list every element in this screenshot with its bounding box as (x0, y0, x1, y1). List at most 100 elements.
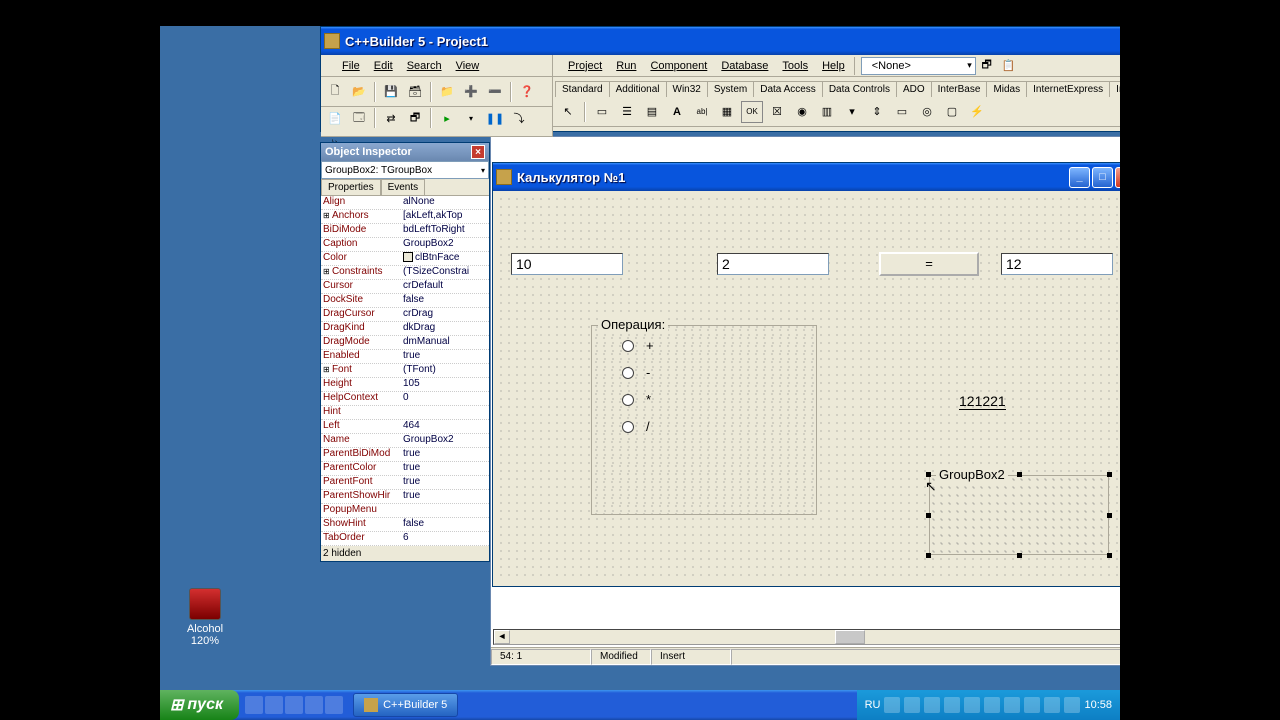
saveall-button[interactable]: 🗃 (404, 81, 426, 103)
tray-icon[interactable] (1064, 697, 1080, 713)
property-row[interactable]: Height105 (321, 378, 489, 392)
lang-indicator[interactable]: RU (865, 699, 881, 711)
tab-win32[interactable]: Win32 (666, 81, 708, 97)
property-row[interactable]: CaptionGroupBox2 (321, 238, 489, 252)
open-project-button[interactable]: 📁 (436, 81, 458, 103)
frames-icon[interactable]: ▭ (591, 101, 613, 123)
library-combo[interactable]: <None> (861, 57, 976, 75)
actionlist-icon[interactable]: ⚡ (966, 101, 988, 123)
form-canvas[interactable]: 10 2 = 12 Операция: + - * / 121221 Group… (497, 195, 1135, 582)
form-titlebar[interactable]: Калькулятор №1 _ □ × (493, 163, 1139, 191)
property-row[interactable]: Font(TFont) (321, 364, 489, 378)
mainmenu-icon[interactable]: ☰ (616, 101, 638, 123)
view-unit-button[interactable]: 📄 (324, 107, 346, 129)
form-minimize-button[interactable]: _ (1069, 167, 1090, 188)
remove-button[interactable]: ➖ (484, 81, 506, 103)
menu-project[interactable]: Project (561, 58, 609, 74)
tray-icon[interactable] (924, 697, 940, 713)
tray-icon[interactable] (1004, 697, 1020, 713)
property-row[interactable]: AlignalNone (321, 196, 489, 210)
property-row[interactable]: ColorclBtnFace (321, 252, 489, 266)
help-button[interactable]: ❓ (516, 81, 538, 103)
equals-button[interactable]: = (879, 252, 979, 276)
property-row[interactable]: ParentBiDiModtrue (321, 448, 489, 462)
tray-icon[interactable] (904, 697, 920, 713)
popupmenu-icon[interactable]: ▤ (641, 101, 663, 123)
scroll-thumb[interactable] (835, 630, 865, 644)
edit-icon[interactable]: ab| (691, 101, 713, 123)
arrow-icon[interactable]: ↖ (557, 101, 579, 123)
memo-icon[interactable]: ▦ (716, 101, 738, 123)
menu-view[interactable]: View (449, 58, 487, 74)
inspector-close-icon[interactable]: × (471, 145, 485, 159)
property-row[interactable]: DragKinddkDrag (321, 322, 489, 336)
tray-icon[interactable] (1024, 697, 1040, 713)
start-button[interactable]: ⊞пуск (160, 690, 239, 720)
tab-standard[interactable]: Standard (555, 81, 610, 97)
property-row[interactable]: NameGroupBox2 (321, 434, 489, 448)
tray-icon[interactable] (884, 697, 900, 713)
tab-dataaccess[interactable]: Data Access (753, 81, 823, 97)
step-over-button[interactable]: ⤵ (508, 107, 530, 129)
lib-btn2[interactable]: 📋 (998, 55, 1020, 77)
tray-icon[interactable] (1044, 697, 1060, 713)
new-button[interactable]: 🗋 (324, 81, 346, 103)
label-icon[interactable]: A (666, 101, 688, 123)
property-row[interactable]: ParentShowHirtrue (321, 490, 489, 504)
tab-interbase[interactable]: InterBase (931, 81, 988, 97)
ql-icon[interactable] (325, 696, 343, 714)
ql-icon[interactable] (265, 696, 283, 714)
horizontal-scrollbar[interactable]: ◄ ► (493, 629, 1207, 645)
desktop[interactable]: ◄ ► 54: 1 Modified Insert C++Builder 5 -… (160, 0, 1120, 720)
property-row[interactable]: Enabledtrue (321, 350, 489, 364)
checkbox-icon[interactable]: ☒ (766, 101, 788, 123)
tab-ado[interactable]: ADO (896, 81, 932, 97)
desktop-icon-alcohol[interactable]: Alcohol 120% (170, 588, 240, 647)
run-button[interactable]: ▸ (436, 107, 458, 129)
property-row[interactable]: HelpContext0 (321, 392, 489, 406)
menu-search[interactable]: Search (400, 58, 449, 74)
run-dropdown[interactable]: ▾ (460, 107, 482, 129)
menu-tools[interactable]: Tools (775, 58, 815, 74)
ql-icon[interactable] (305, 696, 323, 714)
menu-help[interactable]: Help (815, 58, 852, 74)
tray-icon[interactable] (984, 697, 1000, 713)
property-row[interactable]: ShowHintfalse (321, 518, 489, 532)
inspector-titlebar[interactable]: Object Inspector × (321, 143, 489, 161)
ql-icon[interactable] (245, 696, 263, 714)
save-button[interactable]: 💾 (380, 81, 402, 103)
tray-icon[interactable] (964, 697, 980, 713)
property-grid[interactable]: AlignalNoneAnchors[akLeft,akTopBiDiModeb… (321, 196, 489, 546)
tab-properties[interactable]: Properties (321, 179, 381, 195)
radio-mult[interactable]: * (622, 392, 816, 407)
lib-btn1[interactable]: 🗗 (976, 55, 998, 77)
groupbox-icon[interactable]: ▭ (891, 101, 913, 123)
tray-icon[interactable] (944, 697, 960, 713)
radiobutton-icon[interactable]: ◉ (791, 101, 813, 123)
menu-database[interactable]: Database (714, 58, 775, 74)
property-row[interactable]: DockSitefalse (321, 294, 489, 308)
button-icon[interactable]: OK (741, 101, 763, 123)
property-row[interactable]: BiDiModebdLeftToRight (321, 224, 489, 238)
property-row[interactable]: Anchors[akLeft,akTop (321, 210, 489, 224)
open-button[interactable]: 📂 (348, 81, 370, 103)
listbox-icon[interactable]: ▥ (816, 101, 838, 123)
pause-button[interactable]: ❚❚ (484, 107, 506, 129)
menu-run[interactable]: Run (609, 58, 643, 74)
result-label[interactable]: 121221 (959, 393, 1006, 410)
scrollbar-icon[interactable]: ⇕ (866, 101, 888, 123)
edit2[interactable]: 2 (717, 253, 829, 275)
radio-div[interactable]: / (622, 419, 816, 434)
property-row[interactable]: DragCursorcrDrag (321, 308, 489, 322)
tab-system[interactable]: System (707, 81, 754, 97)
menu-component[interactable]: Component (643, 58, 714, 74)
property-row[interactable]: Left464 (321, 420, 489, 434)
radio-minus[interactable]: - (622, 365, 816, 380)
property-row[interactable]: Constraints(TSizeConstrai (321, 266, 489, 280)
groupbox-operation[interactable]: Операция: + - * / (591, 325, 817, 515)
inspector-object-combo[interactable]: GroupBox2: TGroupBox (321, 161, 489, 179)
property-row[interactable]: PopupMenu (321, 504, 489, 518)
radio-plus[interactable]: + (622, 338, 816, 353)
property-row[interactable]: Hint (321, 406, 489, 420)
property-row[interactable]: ParentColortrue (321, 462, 489, 476)
